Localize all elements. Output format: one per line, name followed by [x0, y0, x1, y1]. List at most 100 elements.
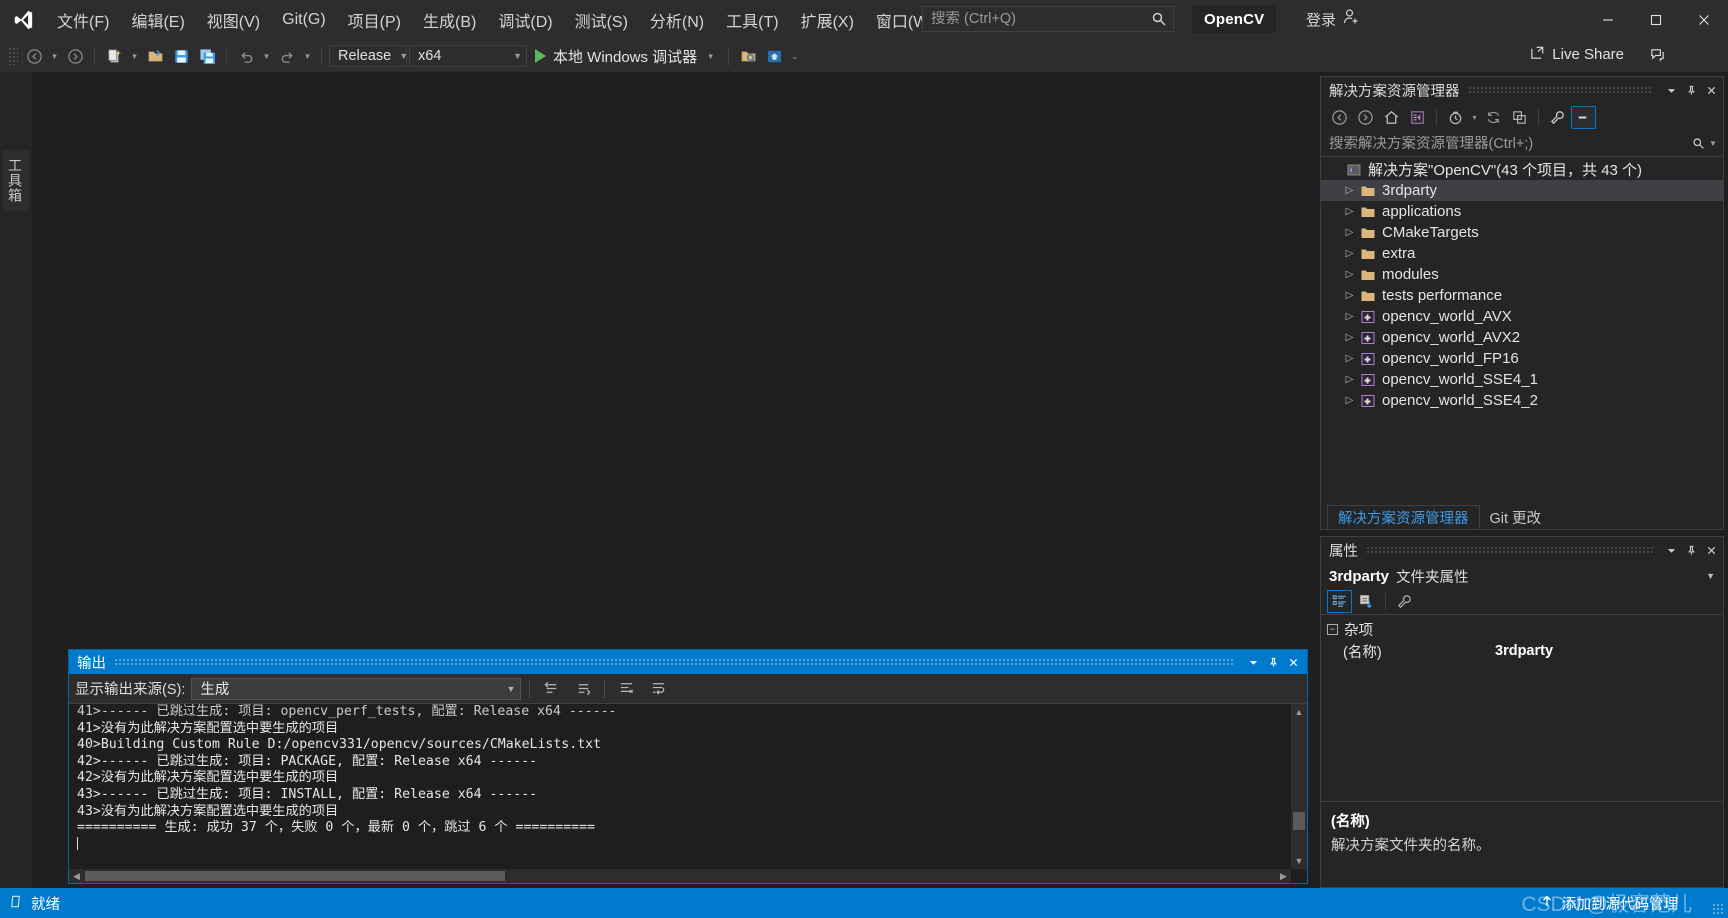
refresh-icon[interactable] — [1481, 106, 1506, 129]
output-source-combo[interactable]: 生成 ▼ — [191, 677, 522, 700]
expander-icon[interactable]: ▷ — [1341, 227, 1358, 238]
expander-icon[interactable]: ▷ — [1341, 290, 1358, 301]
property-pages-wrench-icon[interactable] — [1392, 590, 1417, 613]
solution-root-node[interactable]: 解决方案"OpenCV"(43 个项目，共 43 个) — [1321, 159, 1723, 180]
toolbox-tab[interactable]: 工具箱 — [3, 150, 29, 211]
new-project-dropdown-icon[interactable]: ▾ — [128, 44, 141, 68]
scroll-down-icon[interactable]: ▼ — [1291, 853, 1307, 869]
tree-node-opencv-world-sse4-1[interactable]: ▷ opencv_world_SSE4_1 — [1321, 369, 1723, 390]
output-text-area[interactable]: 41>------ 已跳过生成: 项目: opencv_perf_tests, … — [69, 704, 1307, 883]
expander-icon[interactable]: ▷ — [1341, 269, 1358, 280]
search-folder-icon[interactable] — [736, 44, 760, 68]
chevron-down-icon[interactable]: ▼ — [1707, 139, 1719, 148]
vertical-scroll-thumb[interactable] — [1293, 812, 1305, 830]
tree-node-opencv-world-sse4-2[interactable]: ▷ opencv_world_SSE4_2 — [1321, 390, 1723, 411]
solution-explorer-search[interactable]: ▼ — [1321, 131, 1723, 157]
toolbar-overflow-icon[interactable]: ⌄ — [788, 44, 801, 68]
expander-icon[interactable]: ▷ — [1341, 395, 1358, 406]
solution-explorer-view-icon[interactable] — [1405, 106, 1430, 129]
menu-item-project[interactable]: 项目(P) — [337, 0, 412, 40]
solution-explorer-close-icon[interactable] — [1701, 79, 1721, 101]
expander-icon[interactable]: ▷ — [1341, 185, 1358, 196]
forward-icon[interactable] — [1353, 106, 1378, 129]
output-pane-pin-icon[interactable] — [1263, 651, 1283, 673]
tree-node-applications[interactable]: ▷ applications — [1321, 201, 1723, 222]
collapse-all-icon[interactable] — [1507, 106, 1532, 129]
menu-item-build[interactable]: 生成(B) — [412, 0, 487, 40]
feedback-icon[interactable] — [1649, 46, 1666, 68]
menu-item-debug[interactable]: 调试(D) — [487, 0, 563, 40]
properties-category-row[interactable]: − 杂项 — [1321, 618, 1723, 640]
menu-item-analyze[interactable]: 分析(N) — [639, 0, 715, 40]
navigate-forward-icon[interactable] — [63, 44, 87, 68]
output-horizontal-scrollbar[interactable]: ◀ ▶ — [69, 869, 1291, 883]
properties-dropdown-icon[interactable] — [1661, 539, 1681, 561]
property-row-name[interactable]: (名称) 3rdparty — [1321, 640, 1723, 662]
expander-icon[interactable]: ▷ — [1341, 374, 1358, 385]
solution-explorer-pin-icon[interactable] — [1681, 79, 1701, 101]
tree-node-3rdparty[interactable]: ▷ 3rdparty — [1321, 180, 1723, 201]
navigate-backward-icon[interactable] — [22, 44, 46, 68]
tree-node-tests-performance[interactable]: ▷ tests performance — [1321, 285, 1723, 306]
expander-icon[interactable]: ▷ — [1341, 248, 1358, 259]
collapse-icon[interactable]: − — [1327, 623, 1338, 635]
undo-dropdown-icon[interactable]: ▾ — [260, 44, 273, 68]
tree-node-opencv-world-avx2[interactable]: ▷ opencv_world_AVX2 — [1321, 327, 1723, 348]
output-pane-dropdown-icon[interactable] — [1243, 651, 1263, 673]
redo-icon[interactable] — [275, 44, 299, 68]
maximize-button[interactable] — [1632, 0, 1680, 40]
global-search-box[interactable] — [922, 6, 1174, 32]
categorized-view-icon[interactable] — [1327, 590, 1352, 613]
properties-subject[interactable]: 3rdparty 文件夹属性 ▼ — [1321, 563, 1723, 589]
start-debugging-button[interactable]: 本地 Windows 调试器 ▾ — [529, 43, 721, 69]
new-project-icon[interactable] — [102, 44, 126, 68]
navigate-backward-dropdown-icon[interactable]: ▾ — [48, 44, 61, 68]
pending-changes-filter-icon[interactable] — [1443, 106, 1468, 129]
save-icon[interactable] — [169, 44, 193, 68]
properties-wrench-icon[interactable] — [1545, 106, 1570, 129]
output-vertical-scrollbar[interactable]: ▲ ▼ — [1291, 704, 1307, 869]
scroll-up-icon[interactable]: ▲ — [1291, 704, 1307, 720]
horizontal-scroll-thumb[interactable] — [85, 871, 505, 881]
back-icon[interactable] — [1327, 106, 1352, 129]
solution-platform-combo[interactable]: x64 ▼ — [409, 45, 527, 67]
redo-dropdown-icon[interactable]: ▾ — [301, 44, 314, 68]
home-icon[interactable] — [1379, 106, 1404, 129]
menu-item-test[interactable]: 测试(S) — [564, 0, 639, 40]
output-pane-drag-handle[interactable] — [114, 658, 1235, 666]
solution-tree[interactable]: 解决方案"OpenCV"(43 个项目，共 43 个) ▷ 3rdparty ▷ — [1321, 157, 1723, 503]
menu-item-extensions[interactable]: 扩展(X) — [790, 0, 865, 40]
go-to-next-message-icon[interactable] — [570, 677, 596, 701]
toolbar-grip[interactable] — [8, 47, 18, 65]
tree-node-opencv-world-avx[interactable]: ▷ opencv_world_AVX — [1321, 306, 1723, 327]
tree-node-opencv-world-fp16[interactable]: ▷ opencv_world_FP16 — [1321, 348, 1723, 369]
output-pane-close-icon[interactable] — [1283, 651, 1303, 673]
property-value[interactable]: 3rdparty — [1491, 643, 1723, 659]
properties-pin-icon[interactable] — [1681, 539, 1701, 561]
undo-icon[interactable] — [234, 44, 258, 68]
alphabetical-view-icon[interactable] — [1354, 590, 1379, 613]
tab-solution-explorer[interactable]: 解决方案资源管理器 — [1327, 505, 1480, 529]
resize-grip[interactable] — [1712, 903, 1724, 915]
open-file-icon[interactable] — [143, 44, 167, 68]
solution-explorer-search-input[interactable] — [1329, 135, 1689, 152]
status-source-control-group[interactable]: 添加到源代码管理 — [1540, 893, 1720, 914]
menu-item-tools[interactable]: 工具(T) — [715, 0, 789, 40]
menu-item-view[interactable]: 视图(V) — [196, 0, 271, 40]
tree-node-extra[interactable]: ▷ extra — [1321, 243, 1723, 264]
solution-configuration-combo[interactable]: Release ▼ — [329, 45, 408, 67]
start-debugging-dropdown-icon[interactable]: ▾ — [704, 44, 717, 68]
expander-icon[interactable]: ▷ — [1341, 353, 1358, 364]
solution-explorer-drag-handle[interactable] — [1467, 86, 1653, 94]
menu-item-file[interactable]: 文件(F) — [46, 0, 120, 40]
scroll-right-icon[interactable]: ▶ — [1276, 869, 1291, 883]
live-share-button[interactable]: Live Share — [1529, 44, 1624, 65]
menu-item-git[interactable]: Git(G) — [271, 0, 337, 40]
close-button[interactable] — [1680, 0, 1728, 40]
tree-node-modules[interactable]: ▷ modules — [1321, 264, 1723, 285]
save-all-icon[interactable] — [195, 44, 219, 68]
scroll-left-icon[interactable]: ◀ — [69, 869, 84, 883]
expander-icon[interactable]: ▷ — [1341, 206, 1358, 217]
toggle-word-wrap-icon[interactable] — [645, 677, 671, 701]
minimize-button[interactable] — [1584, 0, 1632, 40]
